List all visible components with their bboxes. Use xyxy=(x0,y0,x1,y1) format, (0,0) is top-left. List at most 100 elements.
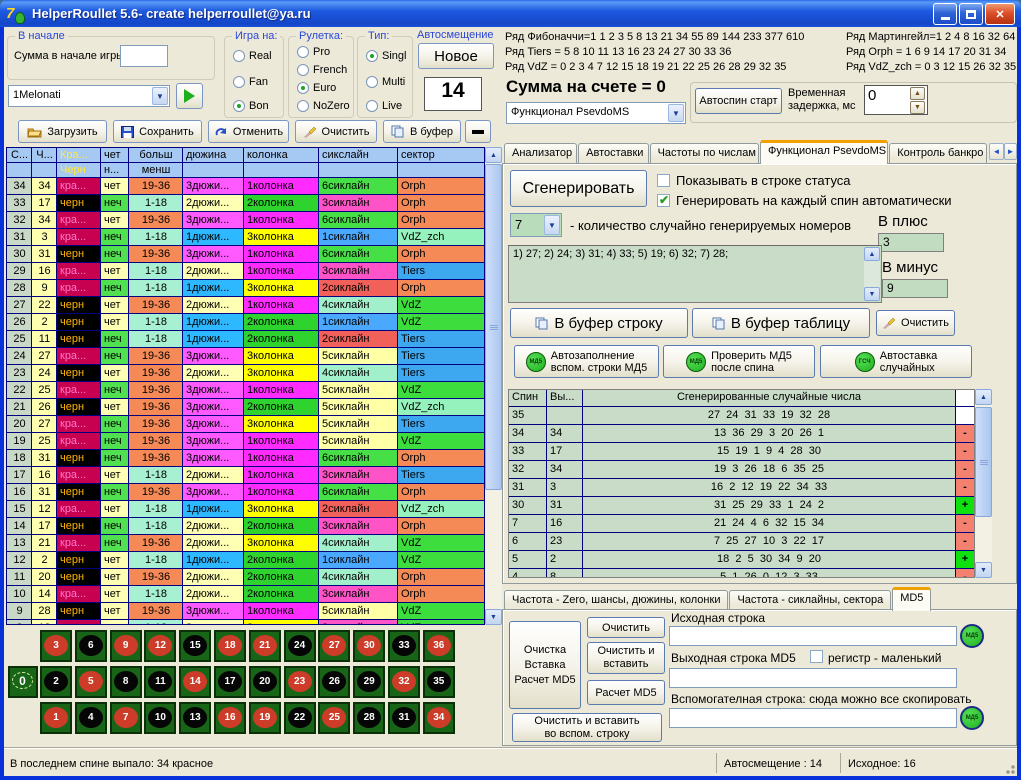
generate-button[interactable]: Сгенерировать xyxy=(510,170,647,207)
toolbar-button-copy[interactable]: В буфер xyxy=(383,120,461,143)
spin-up-icon[interactable]: ▲ xyxy=(910,87,925,100)
chevron-down-icon[interactable]: ▼ xyxy=(668,104,684,122)
chevron-down-icon[interactable]: ▼ xyxy=(152,87,168,105)
board-cell-1[interactable]: 1 xyxy=(40,702,72,734)
start-sum-input[interactable] xyxy=(120,45,168,67)
check-md5-button[interactable]: МД5 Проверить МД5 после спина xyxy=(663,345,815,378)
toolbar-button-folder[interactable]: Загрузить xyxy=(18,120,107,143)
lowercase-checkbox[interactable] xyxy=(810,650,823,663)
profile-combo[interactable]: 1Melonati ▼ xyxy=(8,85,170,107)
radio-option-Real[interactable]: Real xyxy=(233,49,272,63)
new-shift-button[interactable]: Новое xyxy=(418,43,494,69)
scroll-down-icon[interactable]: ▼ xyxy=(485,609,502,625)
tab-Частота - сиклайны, сектора[interactable]: Частота - сиклайны, сектора xyxy=(729,590,891,611)
board-cell-18[interactable]: 18 xyxy=(214,630,246,662)
board-cell-31[interactable]: 31 xyxy=(388,702,420,734)
board-cell-10[interactable]: 10 xyxy=(144,702,176,734)
board-cell-8[interactable]: 8 xyxy=(110,666,142,698)
spin-down-icon[interactable]: ▼ xyxy=(910,101,925,114)
toolbar-button-floppy[interactable]: Сохранить xyxy=(113,120,202,143)
board-cell-23[interactable]: 23 xyxy=(284,666,316,698)
radio-option-Live[interactable]: Live xyxy=(366,99,402,113)
show-status-checkbox[interactable] xyxy=(657,174,670,187)
md5-icon-button[interactable]: МД5 xyxy=(960,624,984,648)
tab-Частота - Zero, шансы, дюжины, колонки[interactable]: Частота - Zero, шансы, дюжины, колонки xyxy=(504,590,728,611)
scroll-down-icon[interactable]: ▼ xyxy=(864,287,880,301)
clear-generated-button[interactable]: Очистить xyxy=(876,310,955,336)
tab-Частоты по числам[interactable]: Частоты по числам xyxy=(650,143,759,164)
count-combo[interactable]: 7 ▼ xyxy=(510,213,562,237)
scroll-down-icon[interactable]: ▼ xyxy=(975,562,992,578)
board-cell-33[interactable]: 33 xyxy=(388,630,420,662)
radio-option-Fan[interactable]: Fan xyxy=(233,75,268,89)
apply-profile-button[interactable] xyxy=(176,83,203,109)
board-cell-9[interactable]: 9 xyxy=(110,630,142,662)
clear-insert-aux-button[interactable]: Очистить и вставить во вспом. строку xyxy=(512,713,662,742)
board-cell-2[interactable]: 2 xyxy=(40,666,72,698)
board-cell-22[interactable]: 22 xyxy=(284,702,316,734)
scroll-up-icon[interactable]: ▲ xyxy=(864,247,880,261)
chevron-down-icon[interactable]: ▼ xyxy=(544,215,560,235)
board-cell-13[interactable]: 13 xyxy=(179,702,211,734)
history-scrollbar[interactable]: ▲ ▼ xyxy=(485,147,502,625)
aux-string-input[interactable] xyxy=(669,708,957,728)
board-cell-35[interactable]: 35 xyxy=(423,666,455,698)
board-cell-4[interactable]: 4 xyxy=(75,702,107,734)
board-cell-11[interactable]: 11 xyxy=(144,666,176,698)
source-string-input[interactable] xyxy=(669,626,957,646)
board-cell-29[interactable]: 29 xyxy=(353,666,385,698)
output-string-input[interactable] xyxy=(669,668,957,688)
radio-option-Euro[interactable]: Euro xyxy=(297,81,336,95)
tab-Анализатор[interactable]: Анализатор xyxy=(504,143,577,164)
md5-clear-insert-button[interactable]: Очистить и вставить xyxy=(587,642,665,674)
md5-calc-button[interactable]: Расчет MD5 xyxy=(587,680,665,705)
autobet-random-button[interactable]: ГСЧ Автоставка случайных xyxy=(820,345,972,378)
board-cell-26[interactable]: 26 xyxy=(318,666,350,698)
tab-Контроль банкро[interactable]: Контроль банкро xyxy=(889,143,987,164)
board-cell-34[interactable]: 34 xyxy=(423,702,455,734)
scroll-up-icon[interactable]: ▲ xyxy=(485,147,502,163)
toolbar-button-minus[interactable] xyxy=(465,120,491,143)
generated-table-scrollbar[interactable]: ▲ ▼ xyxy=(975,389,992,578)
functional-combo[interactable]: Функционал PsevdoMS ▼ xyxy=(506,102,686,124)
board-cell-20[interactable]: 20 xyxy=(249,666,281,698)
board-cell-25[interactable]: 25 xyxy=(318,702,350,734)
board-cell-28[interactable]: 28 xyxy=(353,702,385,734)
generated-scrollbar-thumb[interactable] xyxy=(975,407,992,517)
board-cell-30[interactable]: 30 xyxy=(353,630,385,662)
board-cell-16[interactable]: 16 xyxy=(214,702,246,734)
board-zero-cell[interactable]: 0 xyxy=(8,666,38,698)
generated-text-scrollbar[interactable]: ▲ ▼ xyxy=(864,247,880,301)
title-bar[interactable]: 7 HelperRoullet 5.6- create helperroulle… xyxy=(0,0,1021,27)
buffer-table-button[interactable]: В буфер таблицу xyxy=(692,308,870,338)
radio-option-Singl[interactable]: Singl xyxy=(366,49,406,63)
radio-option-Multi[interactable]: Multi xyxy=(366,75,405,89)
minimize-button[interactable] xyxy=(933,3,957,25)
close-button[interactable]: ✕ xyxy=(985,3,1015,25)
board-cell-17[interactable]: 17 xyxy=(214,666,246,698)
board-cell-7[interactable]: 7 xyxy=(110,702,142,734)
board-cell-15[interactable]: 15 xyxy=(179,630,211,662)
scroll-up-icon[interactable]: ▲ xyxy=(975,389,992,405)
generated-numbers-text[interactable]: 1) 27; 2) 24; 3) 31; 4) 33; 5) 19; 6) 32… xyxy=(508,245,882,303)
radio-option-NoZero[interactable]: NoZero xyxy=(297,99,350,113)
radio-option-Pro[interactable]: Pro xyxy=(297,45,330,59)
md5-clear-button[interactable]: Очистить xyxy=(587,617,665,638)
board-cell-19[interactable]: 19 xyxy=(249,702,281,734)
board-cell-36[interactable]: 36 xyxy=(423,630,455,662)
board-cell-14[interactable]: 14 xyxy=(179,666,211,698)
toolbar-button-undo[interactable]: Отменить xyxy=(208,120,289,143)
maximize-button[interactable] xyxy=(959,3,983,25)
toolbar-button-brush[interactable]: Очистить xyxy=(295,120,377,143)
clear-paste-calc-button[interactable]: Очистка Вставка Расчет MD5 xyxy=(509,621,581,709)
radio-option-Bon[interactable]: Bon xyxy=(233,99,269,113)
autofill-md5-button[interactable]: МД5 Автозаполнение вспом. строки МД5 xyxy=(514,345,659,378)
board-cell-6[interactable]: 6 xyxy=(75,630,107,662)
tab-Функционал PsevdoMS[interactable]: Функционал PsevdoMS xyxy=(760,140,888,164)
board-cell-3[interactable]: 3 xyxy=(40,630,72,662)
board-cell-24[interactable]: 24 xyxy=(284,630,316,662)
tab-Автоставки[interactable]: Автоставки xyxy=(578,143,648,164)
auto-generate-checkbox[interactable] xyxy=(657,194,670,207)
buffer-row-button[interactable]: В буфер строку xyxy=(510,308,688,338)
tab-MD5[interactable]: MD5 xyxy=(892,587,931,611)
